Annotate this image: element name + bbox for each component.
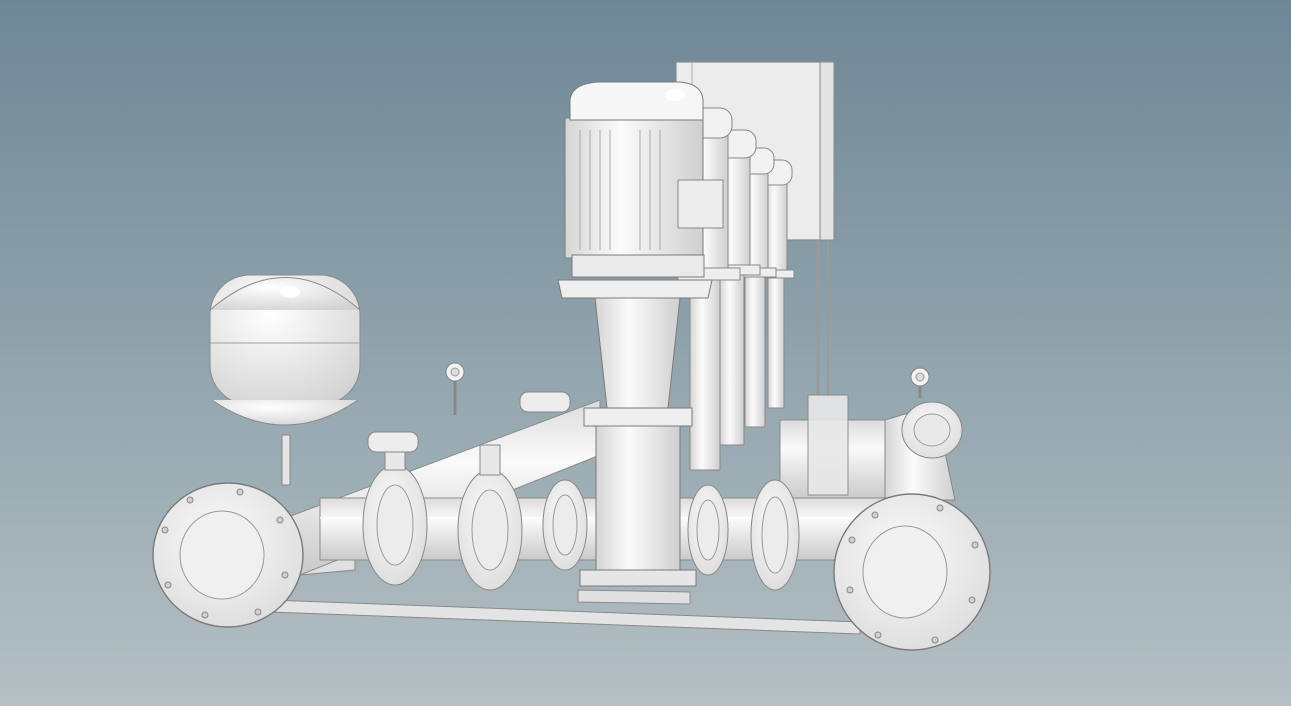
pump-booster-set-model[interactable] [0,0,1291,706]
discharge-manifold[interactable] [779,380,963,501]
pipe-bracket-1 [367,431,419,453]
expansion-tank[interactable] [209,274,361,486]
valve-1[interactable] [362,439,428,586]
pipe-bracket-2 [519,391,571,413]
valve-3[interactable] [542,479,588,571]
pressure-gauge-left[interactable] [445,362,465,415]
pressure-gauge-right[interactable] [910,367,930,387]
valve-4[interactable] [687,484,729,576]
outlet-flange-right[interactable] [833,493,991,651]
valve-5[interactable] [750,479,800,591]
3d-viewport[interactable] [0,0,1291,706]
inlet-flange-left[interactable] [152,482,304,628]
